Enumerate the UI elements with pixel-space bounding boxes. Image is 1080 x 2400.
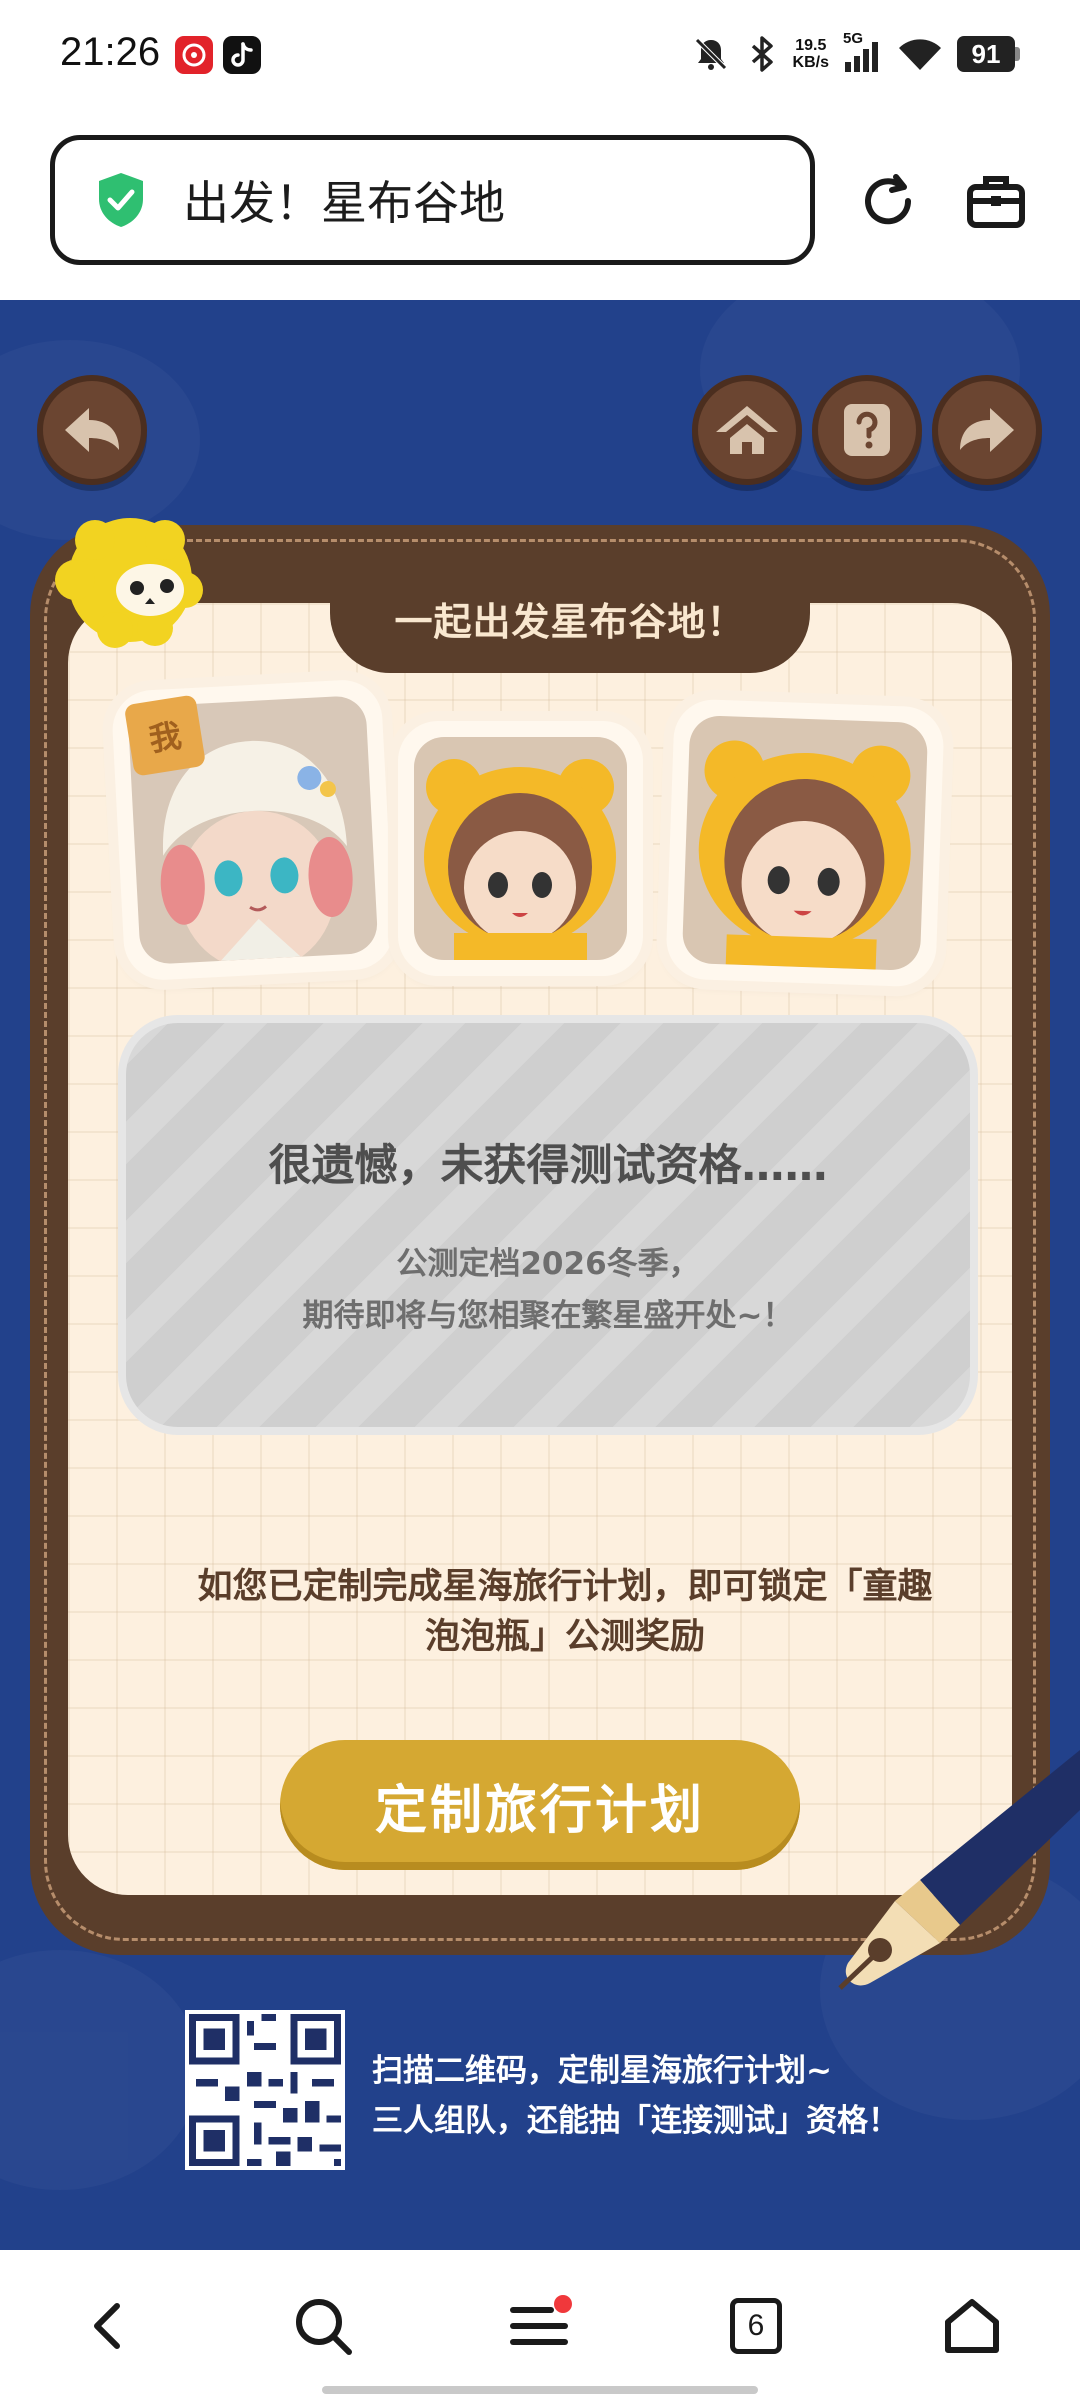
share-arrow-icon <box>960 408 1014 452</box>
avatar-girl-bear-hood <box>424 759 616 960</box>
battery-icon: 91 <box>957 36 1020 72</box>
help-button[interactable] <box>812 375 922 485</box>
card-title-tab: 一起出发星布谷地！ <box>330 563 810 673</box>
toolbox-icon <box>967 176 1025 228</box>
back-page-button[interactable] <box>37 375 147 485</box>
status-bar: 21:26 19.5 KB/s 5G 91 <box>0 0 1080 115</box>
player-portrait-me: 我 <box>110 678 396 982</box>
customize-plan-button[interactable]: 定制旅行计划 <box>280 1740 800 1870</box>
nav-home-button[interactable] <box>936 2290 1008 2362</box>
card-title: 一起出发星布谷地！ <box>394 599 746 644</box>
tiktok-icon <box>223 36 261 74</box>
nav-back-button[interactable] <box>72 2290 144 2362</box>
netease-music-icon <box>175 36 213 74</box>
address-bar[interactable]: 出发！星布谷地 <box>50 135 815 265</box>
fountain-pen-decoration <box>780 1750 1080 2020</box>
net-speed: 19.5 KB/s <box>792 37 829 71</box>
event-card: 我 很遗憾，未获得测试资格…… 公测定档2026冬季， 期待即将与您相聚在繁星盛… <box>68 603 1012 1895</box>
help-icon <box>844 404 890 456</box>
gesture-home-indicator[interactable] <box>322 2386 758 2394</box>
avatar-girl-bear-hood <box>698 740 911 972</box>
tab-count: 6 <box>747 2309 765 2342</box>
browser-toolbar: 出发！星布谷地 <box>0 115 1080 300</box>
signal-icon: 5G <box>843 30 883 74</box>
result-subtext: 公测定档2026冬季， 期待即将与您相聚在繁星盛开处~！ <box>302 1246 794 1334</box>
share-button[interactable] <box>932 375 1042 485</box>
home-icon <box>945 2299 999 2353</box>
refresh-button[interactable] <box>852 165 924 237</box>
back-icon <box>94 2303 120 2349</box>
home-page-button[interactable] <box>692 375 802 485</box>
status-time: 21:26 <box>60 30 161 74</box>
search-icon <box>296 2299 352 2355</box>
teammate-portrait-1 <box>398 721 643 976</box>
lion-mascot <box>55 510 205 650</box>
qr-instructions: 扫描二维码，定制星海旅行计划~ 三人组队，还能抽「连接测试」资格！ <box>372 2053 899 2139</box>
bluetooth-icon <box>751 36 773 72</box>
customize-plan-label: 定制旅行计划 <box>374 1780 705 1841</box>
nav-tabs-button[interactable]: 6 <box>720 2290 792 2362</box>
me-badge: 我 <box>123 694 207 777</box>
wifi-icon <box>899 39 941 70</box>
nav-menu-button[interactable] <box>504 2290 576 2362</box>
home-icon <box>716 406 778 454</box>
teammate-portrait-2 <box>665 698 945 988</box>
nav-search-button[interactable] <box>287 2290 359 2362</box>
mute-icon <box>694 38 727 70</box>
result-heading: 很遗憾，未获得测试资格…… <box>268 1141 828 1191</box>
toolbox-button[interactable] <box>960 165 1032 237</box>
page-title: 出发！星布谷地 <box>183 176 505 230</box>
web-content: 我 很遗憾，未获得测试资格…… 公测定档2026冬季， 期待即将与您相聚在繁星盛… <box>0 300 1080 2250</box>
reward-info: 如您已定制完成星海旅行计划，即可锁定「童趣泡泡瓶」公测奖励 <box>197 1567 933 1657</box>
menu-icon <box>510 2295 572 2345</box>
shield-check-icon <box>99 173 143 227</box>
result-panel: 很遗憾，未获得测试资格…… 公测定档2026冬季， 期待即将与您相聚在繁星盛开处… <box>118 1015 978 1435</box>
refresh-icon <box>865 174 912 225</box>
browser-bottom-bar: 6 <box>0 2250 1080 2400</box>
arrow-left-icon <box>65 408 119 452</box>
qr-code <box>185 2010 345 2170</box>
tabs-icon: 6 <box>730 2298 782 2354</box>
